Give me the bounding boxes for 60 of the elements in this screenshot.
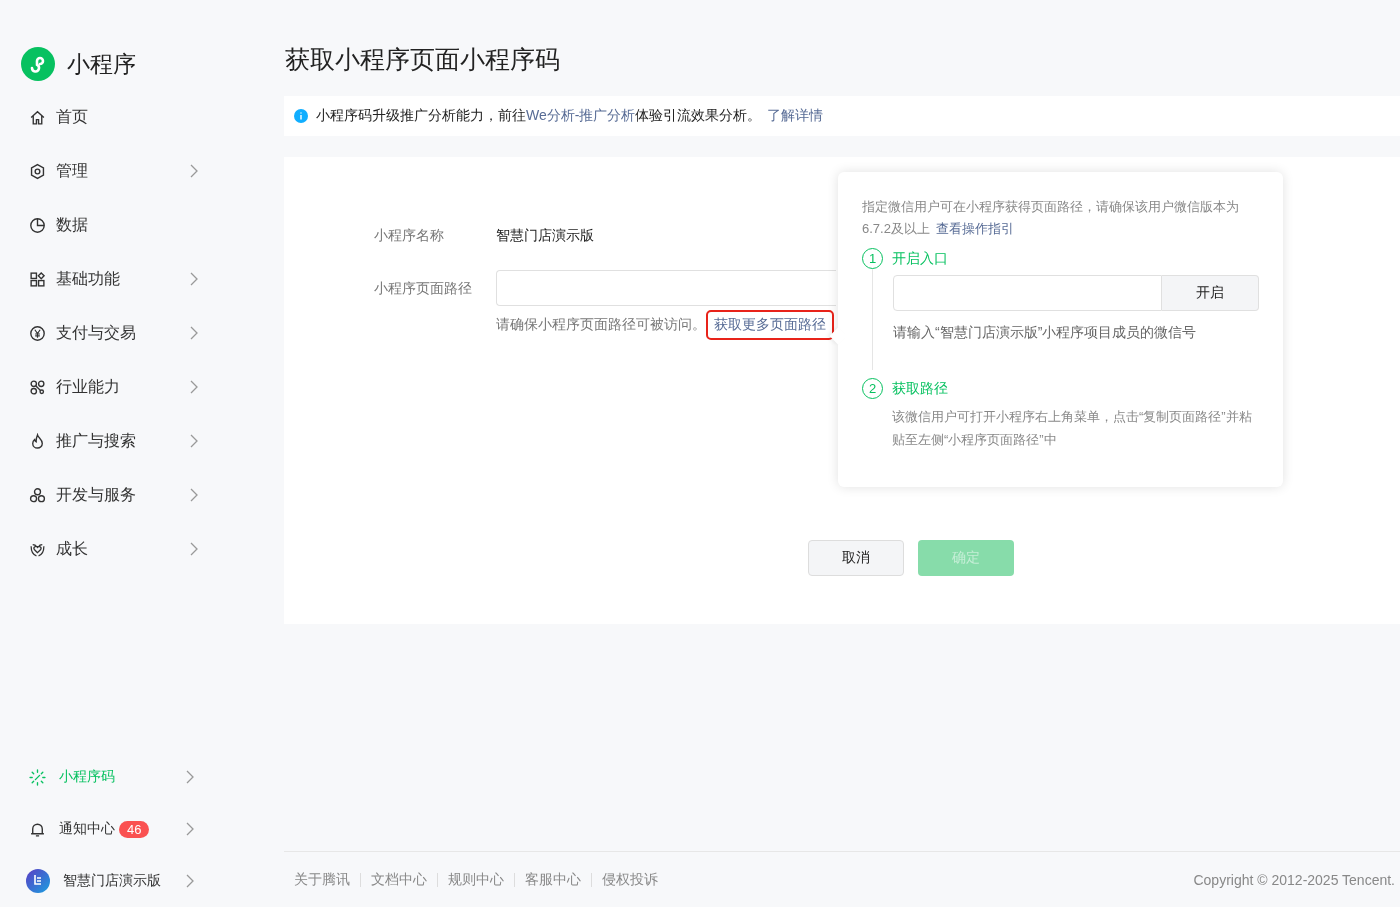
- step-description: 请输入“智慧门店演示版”小程序项目成员的微信号: [893, 323, 1198, 342]
- sidebar-item[interactable]: 智慧门店演示版: [0, 855, 284, 907]
- chevron-right-icon: [186, 874, 194, 888]
- more-paths-link[interactable]: 获取更多页面路径: [706, 310, 834, 340]
- popover-text: 指定微信用户可在小程序获得页面路径，请确保该用户微信版本为6.7.2及以上 查看操作指引: [862, 198, 1240, 238]
- sidebar-item[interactable]: 成长: [0, 522, 284, 576]
- chevron-right-icon: [190, 542, 198, 556]
- page-title: 获取小程序页面小程序码: [285, 44, 561, 75]
- nodes-icon: [29, 378, 46, 396]
- sparkle-icon: [29, 768, 46, 786]
- step-title: 开启入口: [892, 249, 948, 268]
- input-field[interactable]: [893, 275, 1162, 311]
- chevron-right-icon: [190, 164, 198, 178]
- chevron-right-icon: [190, 272, 198, 286]
- step-title: 获取路径: [892, 379, 948, 398]
- notice-text: 小程序码升级推广分析能力，前往We分析-推广分析体验引流效果分析。 了解详情: [316, 107, 824, 125]
- guide-link[interactable]: 查看操作指引: [935, 221, 1014, 236]
- footer-link[interactable]: 文档中心: [371, 870, 427, 889]
- bell-icon: [29, 820, 46, 838]
- sidebar-item[interactable]: 支付与交易: [0, 306, 284, 360]
- grid-icon: [29, 270, 46, 288]
- count-badge: 46: [119, 820, 150, 838]
- sidebar-item[interactable]: 开发与服务: [0, 468, 284, 522]
- field-value: 智慧门店演示版: [496, 227, 594, 245]
- open-button[interactable]: 开启: [1162, 275, 1259, 311]
- hint-text: 请确保小程序页面路径可被访问。: [496, 316, 706, 334]
- footer-link[interactable]: 规则中心: [448, 870, 504, 889]
- sidebar-item[interactable]: 基础功能: [0, 252, 284, 306]
- learn-more-link[interactable]: 了解详情: [767, 107, 824, 123]
- sidebar-item[interactable]: 首页: [0, 90, 284, 144]
- copyright-text: Copyright © 2012-2025 Tencent.: [1193, 871, 1395, 888]
- chevron-right-icon: [190, 434, 198, 448]
- hexagon-icon: [29, 162, 46, 180]
- yen-coin-icon: [29, 324, 46, 342]
- analysis-link[interactable]: We分析-推广分析: [526, 107, 636, 123]
- sidebar-item[interactable]: 推广与搜索: [0, 414, 284, 468]
- chevron-right-icon: [190, 380, 198, 394]
- chevron-right-icon: [190, 488, 198, 502]
- chevron-right-icon: [186, 822, 194, 836]
- step-description: 该微信用户可打开小程序右上角菜单，点击“复制页面路径”并粘贴至左侧“小程序页面路径”中: [892, 408, 1253, 449]
- logo-title: 小程序: [67, 49, 136, 79]
- chevron-right-icon: [190, 326, 198, 340]
- footer-link[interactable]: 关于腾讯: [294, 870, 350, 889]
- flame-icon: [29, 432, 46, 450]
- field-label: 小程序页面路径: [374, 279, 473, 298]
- home-icon: [29, 108, 46, 126]
- pie-chart-icon: [29, 216, 46, 234]
- cancel-button[interactable]: 取消: [808, 540, 904, 576]
- info-icon: [294, 109, 308, 123]
- sidebar-item[interactable]: 通知中心 46: [0, 803, 284, 855]
- input-field[interactable]: [496, 270, 836, 306]
- field-label: 小程序名称: [374, 227, 445, 245]
- three-circles-icon: [29, 486, 46, 504]
- sidebar-item[interactable]: 数据: [0, 198, 284, 252]
- chevron-right-icon: [186, 770, 194, 784]
- sidebar-item[interactable]: 行业能力: [0, 360, 284, 414]
- footer-link[interactable]: 侵权投诉: [602, 870, 658, 889]
- mini-program-logo-icon: [21, 47, 55, 81]
- sidebar-item[interactable]: 管理: [0, 144, 284, 198]
- account-avatar-icon: [26, 869, 50, 893]
